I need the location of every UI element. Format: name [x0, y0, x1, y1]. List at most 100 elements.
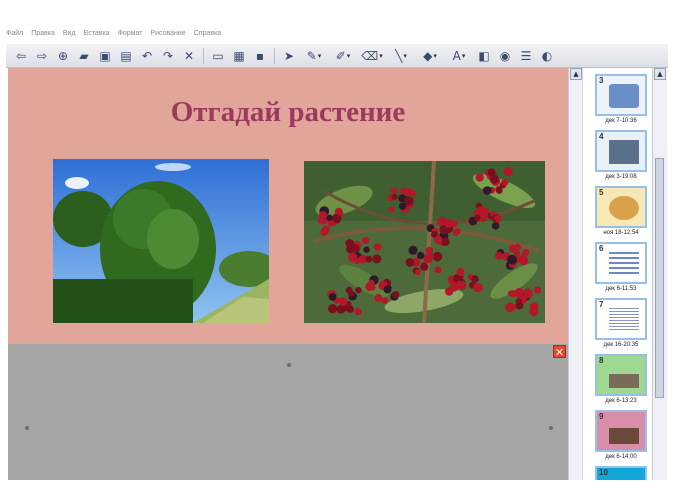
coffee-berry: [322, 225, 331, 234]
redo-icon[interactable]: ↷: [159, 47, 177, 65]
thumbnail-number: 6: [599, 244, 604, 253]
creative-pen-icon[interactable]: ✐ ▾: [330, 47, 356, 65]
coffee-berry: [388, 206, 395, 213]
full-screen-icon[interactable]: ▦: [230, 47, 248, 65]
menu-item[interactable]: Файл: [6, 30, 23, 44]
dropdown-arrow-icon[interactable]: ▾: [318, 52, 322, 60]
thumbnail-timestamp: дек 3-19:08: [605, 174, 637, 180]
main-toolbar: ⇦ ⇨ ⊕ ▰ ▣ ▤ ↶ ↷ ✕ ▭ ▦ ▪ ➤ ✎ ▾ ✐ ▾ ⌫ ▾ ╲ ▾ ◆ ▾ A ▾ ◧ ◉ ☰ ◐: [6, 44, 668, 68]
coffee-berry: [523, 288, 533, 299]
coffee-berry: [514, 287, 524, 297]
coffee-berry: [347, 252, 358, 263]
pen-icon[interactable]: ✎ ▾: [301, 47, 327, 65]
coffee-berry: [456, 280, 463, 288]
scroll-up-icon[interactable]: ▲: [654, 68, 666, 80]
add-page-icon[interactable]: ⊕: [54, 47, 72, 65]
thumbnail-timestamp: дек 7-10:36: [605, 118, 637, 124]
thumbnail-number: 3: [599, 76, 604, 85]
scroll-up-icon[interactable]: ▲: [570, 68, 582, 80]
coffee-berry: [494, 214, 502, 223]
coffee-berry: [391, 193, 398, 200]
coffee-berry: [501, 178, 509, 187]
scroll-thumb[interactable]: [655, 158, 664, 398]
eraser-icon[interactable]: ⌫ ▾: [359, 47, 385, 65]
thumbnail-timestamp: дек 6-13:23: [605, 398, 637, 404]
text-icon[interactable]: A ▾: [446, 47, 472, 65]
menu-icon[interactable]: ☰: [517, 47, 535, 65]
page-thumbnail[interactable]: 4: [595, 130, 647, 172]
coffee-berry: [482, 186, 492, 195]
menu-item[interactable]: Формат: [118, 30, 143, 44]
page-sorter-scrollbar[interactable]: ▲: [652, 68, 667, 480]
dropdown-arrow-icon[interactable]: ▾: [403, 52, 407, 60]
select-arrow-icon[interactable]: ➤: [280, 47, 298, 65]
coffee-berry: [419, 262, 429, 271]
coffee-berry: [474, 214, 481, 222]
magic-pen-icon[interactable]: ◉: [496, 47, 514, 65]
coffee-berry: [473, 282, 483, 293]
coffee-berry: [434, 266, 442, 274]
menu-bar: Файл Правка Вид Вставка Формат Рисование Справ…: [6, 30, 221, 44]
thumbnail-number: 10: [599, 468, 608, 477]
screen-shade-icon[interactable]: ▭: [209, 47, 227, 65]
coffee-berry: [495, 187, 503, 194]
coffee-berry: [374, 294, 383, 302]
line-icon[interactable]: ╲ ▾: [388, 47, 414, 65]
camera-icon[interactable]: ▪: [251, 47, 269, 65]
menu-item[interactable]: Рисование: [150, 30, 185, 44]
page-thumbnail[interactable]: 10: [595, 466, 647, 480]
thumbnail-content: [609, 140, 639, 164]
undo-icon[interactable]: ↶: [138, 47, 156, 65]
coffee-berry: [404, 196, 414, 206]
resize-handle[interactable]: [25, 426, 29, 430]
coffee-berries-photo[interactable]: [304, 161, 545, 323]
page-thumbnail[interactable]: 8: [595, 354, 647, 396]
coffee-berry: [319, 211, 327, 219]
coffee-berry: [481, 207, 489, 215]
resize-handle[interactable]: [549, 426, 553, 430]
thumbnail-number: 4: [599, 132, 604, 141]
coffee-berry: [403, 188, 412, 196]
coffee-berry: [332, 214, 342, 224]
coffee-berry: [495, 251, 503, 260]
save-icon[interactable]: ▣: [96, 47, 114, 65]
coffee-tree-photo[interactable]: [53, 159, 269, 323]
thumbnail-content: [609, 476, 639, 480]
dropdown-arrow-icon[interactable]: ▾: [433, 52, 437, 60]
page-thumbnail[interactable]: 5: [595, 186, 647, 228]
menu-item[interactable]: Правка: [31, 30, 55, 44]
forward-icon[interactable]: ⇨: [33, 47, 51, 65]
page-thumbnail[interactable]: 7: [595, 298, 647, 340]
menu-item[interactable]: Вид: [63, 30, 76, 44]
coffee-berry: [441, 237, 450, 247]
coffee-berry: [471, 275, 479, 283]
dropdown-arrow-icon[interactable]: ▾: [462, 52, 466, 60]
canvas-scrollbar[interactable]: ▲: [568, 68, 583, 480]
shapes-icon[interactable]: ◧: [475, 47, 493, 65]
coffee-berry: [363, 246, 370, 253]
coffee-berry: [489, 174, 499, 184]
paste-icon[interactable]: ▤: [117, 47, 135, 65]
dropdown-arrow-icon[interactable]: ▾: [347, 52, 351, 60]
thumbnail-content: [609, 252, 639, 276]
coffee-berry: [505, 302, 516, 313]
page-thumbnail[interactable]: 9: [595, 410, 647, 452]
dropdown-arrow-icon[interactable]: ▾: [379, 52, 383, 60]
page-thumbnail[interactable]: 3: [595, 74, 647, 116]
coffee-berry: [503, 167, 513, 177]
coffee-berry: [519, 254, 528, 263]
coffee-berry: [369, 284, 376, 291]
open-folder-icon[interactable]: ▰: [75, 47, 93, 65]
close-icon[interactable]: ✕: [553, 345, 566, 359]
page-thumbnail[interactable]: 6: [595, 242, 647, 284]
coffee-berry: [475, 173, 484, 182]
menu-item[interactable]: Справка: [194, 30, 221, 44]
menu-item[interactable]: Вставка: [84, 30, 110, 44]
coffee-berry: [381, 297, 389, 304]
fill-icon[interactable]: ◆ ▾: [417, 47, 443, 65]
toolbar-toggle-icon[interactable]: ◐: [538, 47, 556, 65]
delete-icon[interactable]: ✕: [180, 47, 198, 65]
resize-handle[interactable]: [287, 363, 291, 367]
coffee-berry: [452, 229, 459, 236]
back-icon[interactable]: ⇦: [12, 47, 30, 65]
